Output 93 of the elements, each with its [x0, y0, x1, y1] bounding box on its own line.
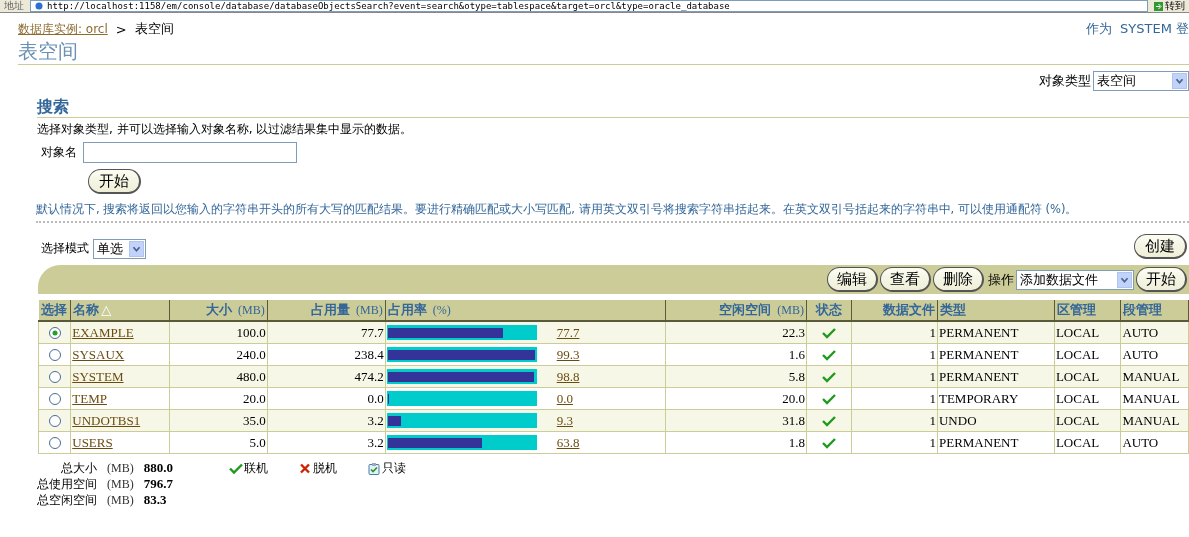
total-value: 880.0: [143, 460, 173, 476]
object-type-dropdown[interactable]: 表空间: [1093, 71, 1189, 91]
percent-link[interactable]: 99.3: [556, 346, 580, 363]
table-cell: LOCAL: [1054, 343, 1121, 366]
action-button[interactable]: 编辑: [827, 267, 878, 292]
percent-link[interactable]: 0.0: [556, 390, 573, 407]
total-label: 总空闲空间: [37, 492, 97, 508]
action-label: 操作: [988, 270, 1014, 289]
total-label: 总使用空间: [37, 476, 97, 492]
table-cell: LOCAL: [1054, 387, 1121, 410]
table-cell: 20.0: [665, 387, 807, 410]
total-value: 796.7: [143, 476, 173, 492]
page-title: 表空间: [18, 38, 1189, 65]
caret-icon: [1172, 73, 1187, 89]
user-info: 作为 SYSTEM 登: [1085, 20, 1189, 38]
column-header[interactable]: 选择: [38, 300, 71, 321]
search-description: 选择对象类型, 并可以选择输入对象名称, 以过滤结果集中显示的数据。: [37, 121, 414, 137]
action-dropdown[interactable]: 添加数据文件: [1016, 269, 1134, 290]
table-cell: 1: [851, 343, 938, 366]
check-icon: [228, 461, 243, 475]
column-header[interactable]: 区管理: [1054, 300, 1121, 321]
radio-button[interactable]: [48, 326, 61, 339]
search-hint: 默认情况下, 搜索将返回以您输入的字符串开头的所有大写的匹配结果。要进行精确匹配或大小写匹配, 请用英文双引号将搜索字符串括起来。在英文双引号括起来的字符串中, 可以使用通配符 (%)。: [36, 202, 1189, 223]
column-header[interactable]: 状态: [806, 300, 852, 321]
table-cell: 5.8: [665, 365, 807, 388]
legend-label: 只读: [381, 459, 406, 477]
radio-button[interactable]: [48, 392, 61, 405]
table-cell: 238.4: [267, 343, 386, 366]
total-label: 总大小: [60, 460, 97, 476]
breadcrumb-current: 表空间: [134, 20, 174, 38]
percent-link[interactable]: 77.7: [556, 324, 580, 341]
column-header[interactable]: 名称△: [70, 300, 170, 321]
cross-icon: [297, 461, 312, 475]
selection-mode-label: 选择模式: [41, 240, 89, 257]
column-header[interactable]: 占用量 (MB): [267, 300, 386, 321]
column-header[interactable]: 空闲空间 (MB): [665, 300, 807, 321]
table-cell: 0.0: [267, 387, 386, 410]
create-button[interactable]: 创建: [1134, 234, 1187, 259]
column-header[interactable]: 大小 (MB): [169, 300, 268, 321]
legend-label: 联机: [243, 459, 268, 477]
table-cell: 20.0: [169, 387, 268, 410]
table-cell: TEMPORARY: [937, 387, 1055, 410]
table-cell: LOCAL: [1054, 431, 1121, 454]
unit-label: (MB): [107, 460, 134, 476]
table-cell: 77.7: [267, 321, 386, 344]
table-cell: 1.6: [665, 343, 807, 366]
total-value: 83.3: [143, 492, 168, 508]
radio-button[interactable]: [48, 414, 61, 427]
legend-label: 脱机: [312, 459, 337, 477]
arrow-icon: [1154, 1, 1163, 11]
table-cell: PERMANENT: [937, 431, 1055, 454]
table-cell: 240.0: [169, 343, 268, 366]
go-button[interactable]: 开始: [1136, 267, 1187, 292]
go-button[interactable]: 转到: [1154, 0, 1185, 12]
percent-link[interactable]: 63.8: [556, 434, 580, 451]
table-cell: 1: [851, 387, 938, 410]
table-cell: MANUAL: [1120, 387, 1189, 410]
column-header[interactable]: 占用率 (%): [385, 300, 666, 321]
column-header[interactable]: 类型: [937, 300, 1055, 321]
radio-button[interactable]: [48, 370, 61, 383]
selection-mode-dropdown[interactable]: 单选: [93, 238, 146, 259]
table-cell: 3.2: [267, 431, 386, 454]
table-cell: PERMANENT: [937, 321, 1055, 344]
object-name-label: 对象名: [41, 144, 77, 161]
object-type-label: 对象类型: [1039, 72, 1091, 90]
address-field[interactable]: http://localhost:1158/em/console/database/databaseObjectsSearch?event=search&otype=tablespace&target=orcl&type=oracle_database: [30, 0, 1148, 12]
unit-label: (MB): [107, 492, 134, 508]
percent-link[interactable]: 9.3: [556, 412, 573, 429]
section-title: 搜索: [37, 97, 1189, 118]
table-cell: 5.0: [169, 431, 268, 454]
unit-label: (MB): [107, 476, 134, 492]
radio-button[interactable]: [48, 348, 61, 361]
table-cell: 22.3: [665, 321, 807, 344]
table-cell: 1.8: [665, 431, 807, 454]
column-header[interactable]: 数据文件: [851, 300, 938, 321]
search-button[interactable]: 开始: [88, 169, 141, 194]
action-button[interactable]: 删除: [933, 267, 984, 292]
table-cell: AUTO: [1120, 431, 1189, 454]
clipboard-check-icon: [366, 461, 381, 475]
table-cell: 31.8: [665, 409, 807, 432]
table-cell: AUTO: [1120, 343, 1189, 366]
percent-link[interactable]: 98.8: [556, 368, 580, 385]
breadcrumb-link[interactable]: 数据库实例: orcl: [18, 20, 108, 38]
breadcrumb-separator: >: [115, 21, 127, 37]
caret-icon: [129, 240, 144, 257]
action-button[interactable]: 查看: [880, 267, 931, 292]
column-header[interactable]: 段管理: [1120, 300, 1189, 321]
object-name-field[interactable]: [83, 142, 297, 163]
address-label: 地址: [4, 0, 24, 12]
table-cell: 1: [851, 431, 938, 454]
table-cell: PERMANENT: [937, 343, 1055, 366]
radio-button[interactable]: [48, 436, 61, 449]
caret-icon: [1117, 271, 1132, 288]
